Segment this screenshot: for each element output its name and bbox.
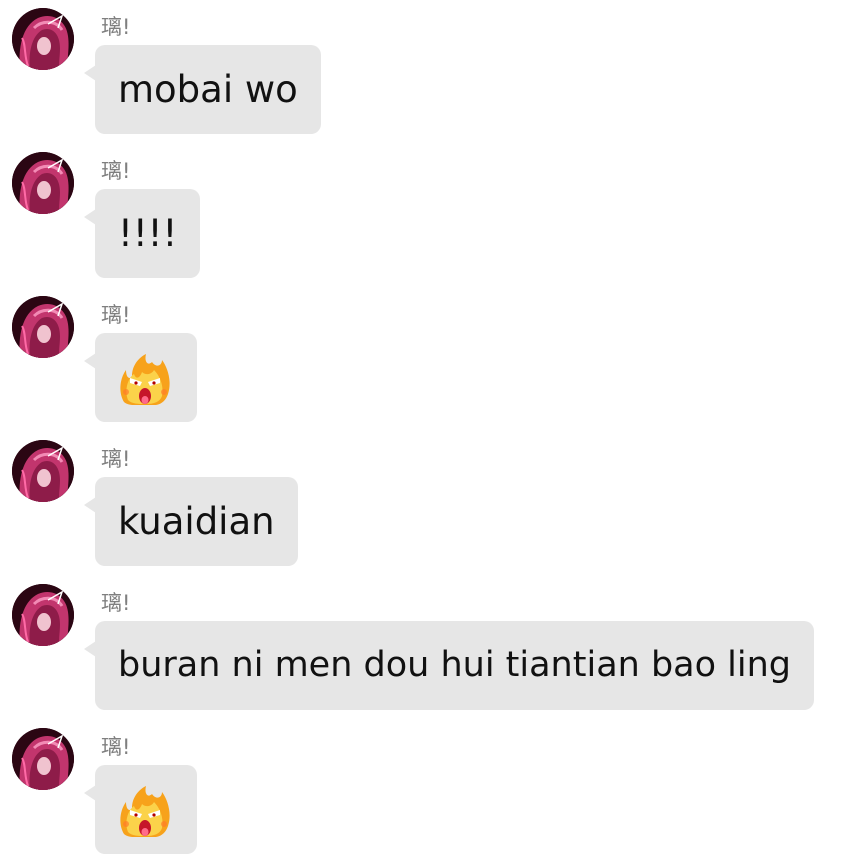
sender-name: 璃! [101,735,131,759]
avatar[interactable] [12,728,74,790]
chat-message: 璃! buran ni men dou hui tiantian bao lin… [0,576,845,720]
message-bubble[interactable]: !!!! [83,189,201,278]
chat-message-list: 璃! mobai wo 璃! !!!! 璃! 璃! kuaidian 璃! bu… [0,0,845,861]
sender-name: 璃! [101,447,131,471]
sender-name: 璃! [101,15,131,39]
sender-name: 璃! [101,303,131,327]
sender-name: 璃! [101,591,131,615]
message-bubble[interactable]: buran ni men dou hui tiantian bao ling [84,621,814,710]
chat-message: 璃! [0,720,845,861]
sticker-bubble[interactable] [84,333,197,422]
chat-message: 璃! mobai wo [0,0,845,144]
avatar-image [12,8,74,70]
chat-message: 璃! !!!! [0,144,845,288]
sender-name: 璃! [101,159,131,183]
avatar[interactable] [12,296,74,358]
message-bubble[interactable]: kuaidian [84,477,298,566]
chat-message: 璃! kuaidian [0,432,845,576]
chat-message: 璃! [0,288,845,432]
avatar-image [12,440,74,502]
avatar-image [12,584,74,646]
angry-fire-face-icon [120,354,170,405]
avatar-image [12,152,74,214]
angry-fire-face-icon [120,786,170,837]
avatar-image [12,296,74,358]
avatar[interactable] [12,8,74,70]
sticker-bubble[interactable] [84,765,197,854]
avatar[interactable] [12,584,74,646]
avatar-image [12,728,74,790]
avatar[interactable] [12,152,74,214]
avatar[interactable] [12,440,74,502]
message-bubble[interactable]: mobai wo [84,45,321,134]
